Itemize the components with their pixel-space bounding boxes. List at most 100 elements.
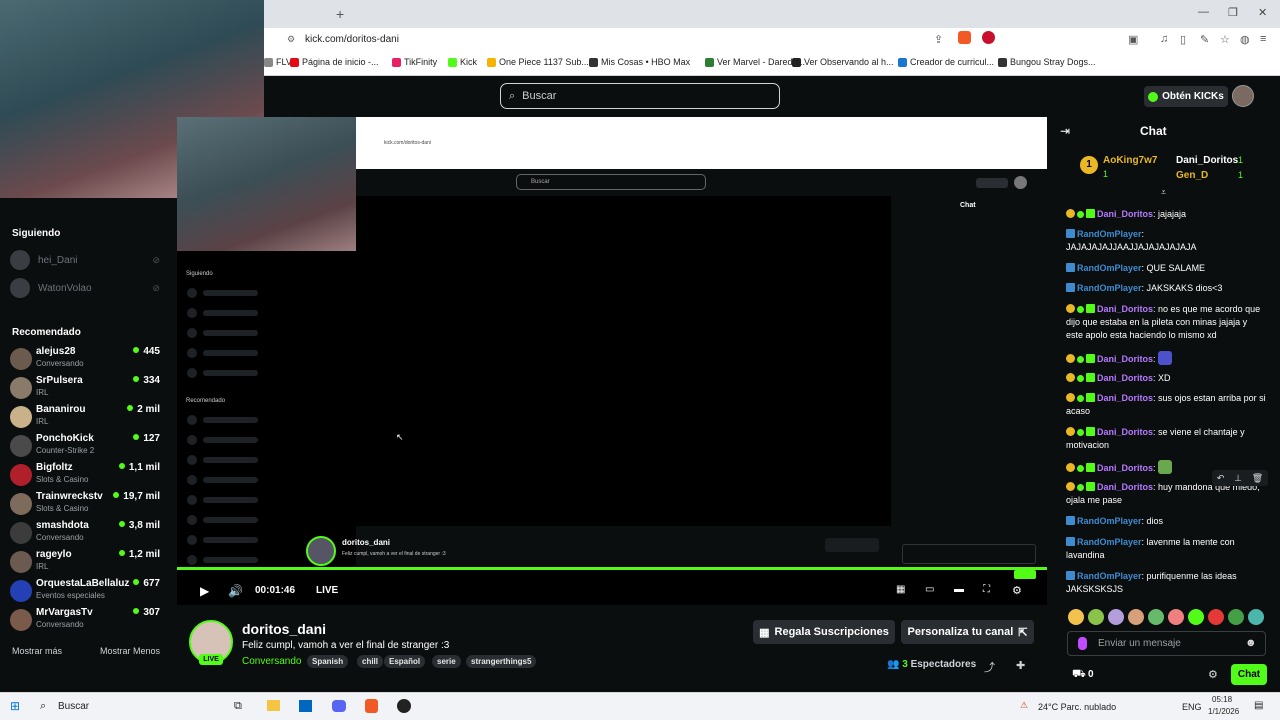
play-icon[interactable]: ▶ — [200, 584, 209, 598]
chat-username[interactable]: RandOmPlayer — [1077, 516, 1142, 526]
chat-username[interactable]: Dani_Doritos — [1097, 373, 1153, 383]
recommended-item[interactable]: MrVargasTv Conversando 307 — [10, 606, 160, 636]
stream-tag[interactable]: chill — [357, 655, 384, 668]
emote-icon[interactable] — [1148, 609, 1164, 625]
taskbar-search[interactable]: Buscar — [58, 701, 89, 712]
fullscreen-icon[interactable]: ⛶ — [983, 584, 990, 595]
windows-start-icon[interactable]: ⊞ — [10, 699, 20, 713]
chat-send-button[interactable]: Chat — [1231, 664, 1267, 685]
emote-icon[interactable] — [1128, 609, 1144, 625]
delete-icon[interactable]: 🗑 — [1252, 473, 1263, 484]
brave-icon[interactable] — [365, 699, 378, 713]
stream-tag[interactable]: serie — [432, 655, 461, 668]
chat-settings-icon[interactable]: ⚙ — [1208, 668, 1218, 681]
bookmark-item[interactable]: Creador de curricul... — [898, 57, 994, 67]
stream-tag[interactable]: Español — [384, 655, 426, 668]
brave-shield-icon[interactable] — [958, 31, 971, 44]
emote-icon[interactable] — [1168, 609, 1184, 625]
expand-gifters-icon[interactable]: ⩡ — [1161, 187, 1166, 198]
emote-icon[interactable] — [1208, 609, 1224, 625]
recommended-item[interactable]: Bigfoltz Slots & Casino 1,1 mil — [10, 461, 160, 491]
url-field[interactable]: kick.com/doritos-dani — [305, 34, 399, 45]
mic-icon[interactable] — [1078, 637, 1087, 650]
following-item[interactable]: hei_Dani ⊘ — [10, 250, 160, 270]
get-kicks-button[interactable]: Obtén KICKs — [1144, 86, 1228, 107]
theater-icon[interactable]: ▬ — [954, 584, 964, 595]
gifter-1-name[interactable]: AoKing7w7 — [1103, 155, 1157, 166]
minimize-icon[interactable]: — — [1198, 6, 1209, 18]
pip-icon[interactable]: ▭ — [925, 584, 934, 595]
bookmark-item[interactable]: Kick — [448, 57, 477, 67]
obs-icon[interactable] — [397, 699, 411, 713]
bookmark-item[interactable]: Página de inicio -... — [290, 57, 379, 67]
reply-icon[interactable]: ↶ — [1217, 473, 1225, 484]
share-icon[interactable]: ⤴ — [984, 659, 995, 675]
reading-list-icon[interactable]: ▯ — [1180, 33, 1186, 46]
emote-icon[interactable] — [1068, 609, 1084, 625]
chat-username[interactable]: Dani_Doritos — [1097, 463, 1153, 473]
wallet-icon[interactable]: ◍ — [1240, 33, 1250, 46]
menu-icon[interactable]: ≡ — [1260, 33, 1266, 45]
chat-username[interactable]: RandOmPlayer — [1077, 283, 1142, 293]
network-alert-icon[interactable]: ⚠ — [1020, 700, 1028, 711]
discord-icon[interactable] — [332, 700, 346, 712]
recommended-item[interactable]: OrquestaLaBellaluz Eventos especiales 677 — [10, 577, 160, 607]
clock-date[interactable]: 1/1/2026 — [1208, 707, 1239, 716]
gift-subs-button[interactable]: ▦ Regala Suscripciones — [753, 620, 895, 644]
bookmark-item[interactable]: TikFinity — [392, 57, 437, 67]
bookmark-item[interactable]: FLV — [264, 57, 292, 67]
streamer-name[interactable]: doritos_dani — [242, 621, 326, 637]
task-view-icon[interactable]: ⧉ — [234, 700, 242, 713]
share-icon[interactable]: ⇪ — [934, 33, 943, 46]
chat-username[interactable]: Dani_Doritos — [1097, 393, 1153, 403]
recommended-item[interactable]: Bananirou IRL 2 mil — [10, 403, 160, 433]
bookmark-item[interactable]: Bungou Stray Dogs... — [998, 57, 1096, 67]
sidebar-toggle-icon[interactable]: ▣ — [1128, 33, 1138, 46]
recommended-item[interactable]: SrPulsera IRL 334 — [10, 374, 160, 404]
gifter-2-name[interactable]: Dani_Doritos — [1176, 155, 1238, 166]
stream-tag[interactable]: Spanish — [307, 655, 349, 668]
chat-username[interactable]: RandOmPlayer — [1077, 263, 1142, 273]
chat-username[interactable]: Dani_Doritos — [1097, 209, 1153, 219]
show-less-button[interactable]: Mostrar Menos — [100, 646, 160, 656]
bookmark-item[interactable]: Mis Cosas • HBO Max — [589, 57, 690, 67]
customize-channel-button[interactable]: Personaliza tu canal ⇱ — [901, 620, 1034, 644]
file-explorer-icon[interactable] — [267, 700, 280, 711]
chat-username[interactable]: RandOmPlayer — [1077, 229, 1142, 239]
pin-icon[interactable]: ⊥ — [1234, 473, 1242, 484]
progress-bar[interactable] — [177, 567, 1047, 570]
show-more-button[interactable]: Mostrar más — [12, 646, 62, 656]
bookmark-item[interactable]: Ver Marvel - Darede... — [705, 57, 805, 67]
music-icon[interactable]: ♫ — [1160, 33, 1168, 45]
chat-username[interactable]: RandOmPlayer — [1077, 537, 1142, 547]
emote-icon[interactable] — [1248, 609, 1264, 625]
recommended-item[interactable]: alejus28 Conversando 445 — [10, 345, 160, 375]
new-tab-button[interactable]: + — [336, 6, 344, 22]
extensions-icon[interactable]: ✎ — [1200, 33, 1209, 46]
emoji-icon[interactable]: ☻ — [1245, 637, 1257, 649]
chat-username[interactable]: Dani_Doritos — [1097, 304, 1153, 314]
site-info-icon[interactable]: ⚙ — [287, 34, 295, 45]
emote-icon[interactable] — [1228, 609, 1244, 625]
gifter-3-name[interactable]: Gen_D — [1176, 170, 1208, 181]
recommended-item[interactable]: PonchoKick Counter-Strike 2 127 — [10, 432, 160, 462]
language-indicator[interactable]: ENG — [1182, 702, 1202, 712]
clip-icon[interactable]: ▦ — [896, 584, 905, 595]
recommended-item[interactable]: Trainwreckstv Slots & Casino 19,7 mil — [10, 490, 160, 520]
collapse-chat-icon[interactable]: ⇥ — [1060, 124, 1070, 138]
settings-icon[interactable]: ⚙ — [1012, 584, 1022, 597]
search-input[interactable]: ⌕ Buscar — [500, 83, 780, 109]
maximize-icon[interactable]: ❐ — [1228, 6, 1238, 19]
bookmark-item[interactable]: One Piece 1137 Sub... — [487, 57, 589, 67]
emote-icon[interactable] — [1108, 609, 1124, 625]
notifications-icon[interactable]: ▤ — [1254, 700, 1263, 711]
chat-username[interactable]: RandOmPlayer — [1077, 571, 1142, 581]
emote-icon[interactable] — [1188, 609, 1204, 625]
brave-rewards-icon[interactable] — [982, 31, 995, 44]
chat-username[interactable]: Dani_Doritos — [1097, 354, 1153, 364]
chat-username[interactable]: Dani_Doritos — [1097, 482, 1153, 492]
stream-tag[interactable]: strangerthings5 — [466, 655, 537, 668]
add-friend-icon[interactable]: ✚ — [1016, 659, 1025, 672]
following-item[interactable]: WatonVolao ⊘ — [10, 278, 160, 298]
favorites-icon[interactable]: ☆ — [1220, 33, 1230, 46]
